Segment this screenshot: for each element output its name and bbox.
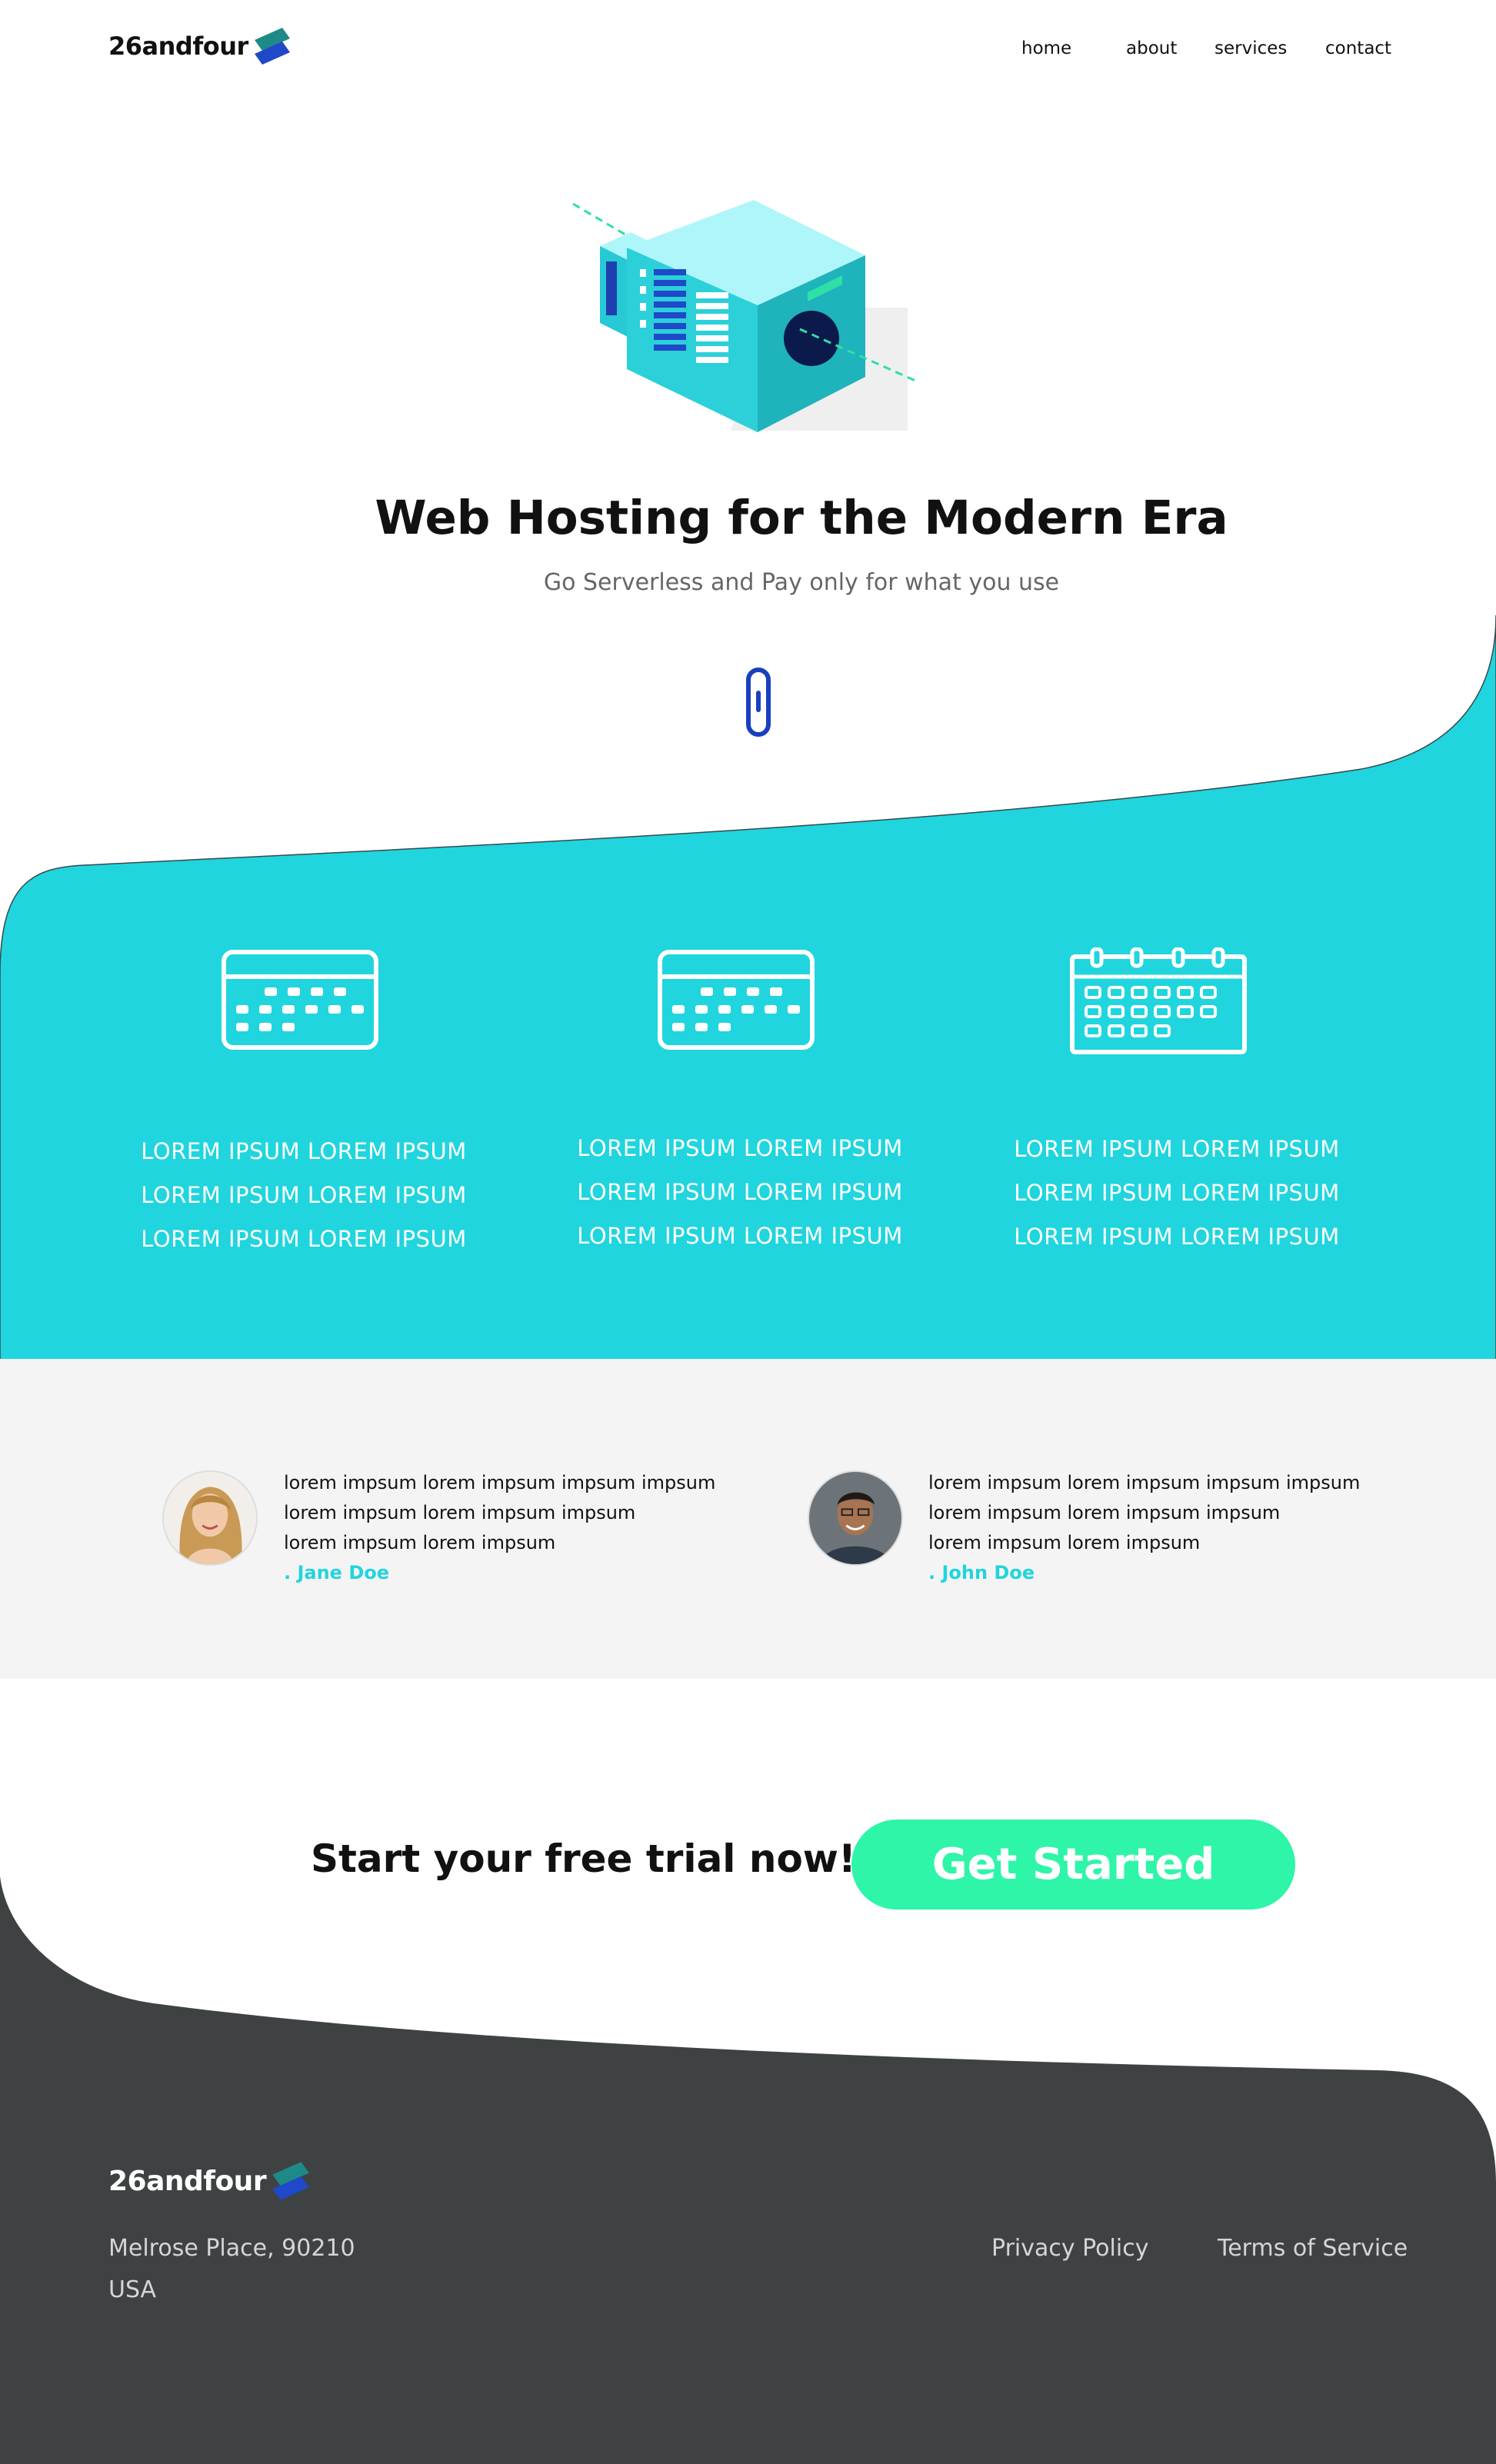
feature-text-2: LOREM IPSUM LOREM IPSUM LOREM IPSUM LORE… bbox=[577, 1135, 903, 1249]
get-started-button[interactable]: Get Started bbox=[851, 1820, 1295, 1910]
nav-services[interactable]: services bbox=[1214, 38, 1287, 58]
nav-contact[interactable]: contact bbox=[1325, 38, 1391, 58]
feature-text-1: LOREM IPSUM LOREM IPSUM LOREM IPSUM LORE… bbox=[141, 1138, 467, 1252]
cta-heading: Start your free trial now! bbox=[311, 1836, 856, 1881]
avatar-john-doe bbox=[808, 1470, 903, 1566]
keypad-icon bbox=[222, 950, 378, 1050]
stacked-parallelogram-logo-icon bbox=[254, 28, 290, 65]
brand-logo[interactable]: 26andfour bbox=[108, 23, 290, 69]
calendar-icon bbox=[1070, 947, 1247, 1054]
testimonial-quote-john: lorem impsum lorem impsum impsum impsum … bbox=[928, 1468, 1390, 1588]
feature-text-3: LOREM IPSUM LOREM IPSUM LOREM IPSUM LORE… bbox=[1014, 1136, 1340, 1250]
footer-logo[interactable]: 26andfour bbox=[108, 2157, 309, 2205]
brand-name: 26andfour bbox=[108, 32, 248, 61]
terms-of-service-link[interactable]: Terms of Service bbox=[1218, 2235, 1408, 2262]
keypad-icon bbox=[658, 950, 815, 1050]
footer-address-line2: USA bbox=[108, 2276, 157, 2303]
hero-title: Web Hosting for the Modern Era bbox=[375, 491, 1228, 545]
nav-home[interactable]: home bbox=[1021, 38, 1071, 58]
nav-about[interactable]: about bbox=[1126, 38, 1177, 58]
avatar-jane-doe bbox=[162, 1470, 258, 1566]
hero-subtitle: Go Serverless and Pay only for what you … bbox=[543, 569, 1060, 596]
footer-brand-name: 26andfour bbox=[108, 2165, 267, 2197]
privacy-policy-link[interactable]: Privacy Policy bbox=[991, 2235, 1148, 2262]
footer-address-line1: Melrose Place, 90210 bbox=[108, 2235, 355, 2262]
isometric-server-building-illustration bbox=[572, 200, 915, 432]
testimonial-author-jane: . Jane Doe bbox=[284, 1562, 390, 1583]
testimonial-author-john: . John Doe bbox=[928, 1562, 1035, 1583]
testimonial-quote-jane: lorem impsum lorem impsum impsum impsum … bbox=[284, 1468, 745, 1588]
stacked-parallelogram-logo-icon bbox=[272, 2162, 309, 2200]
